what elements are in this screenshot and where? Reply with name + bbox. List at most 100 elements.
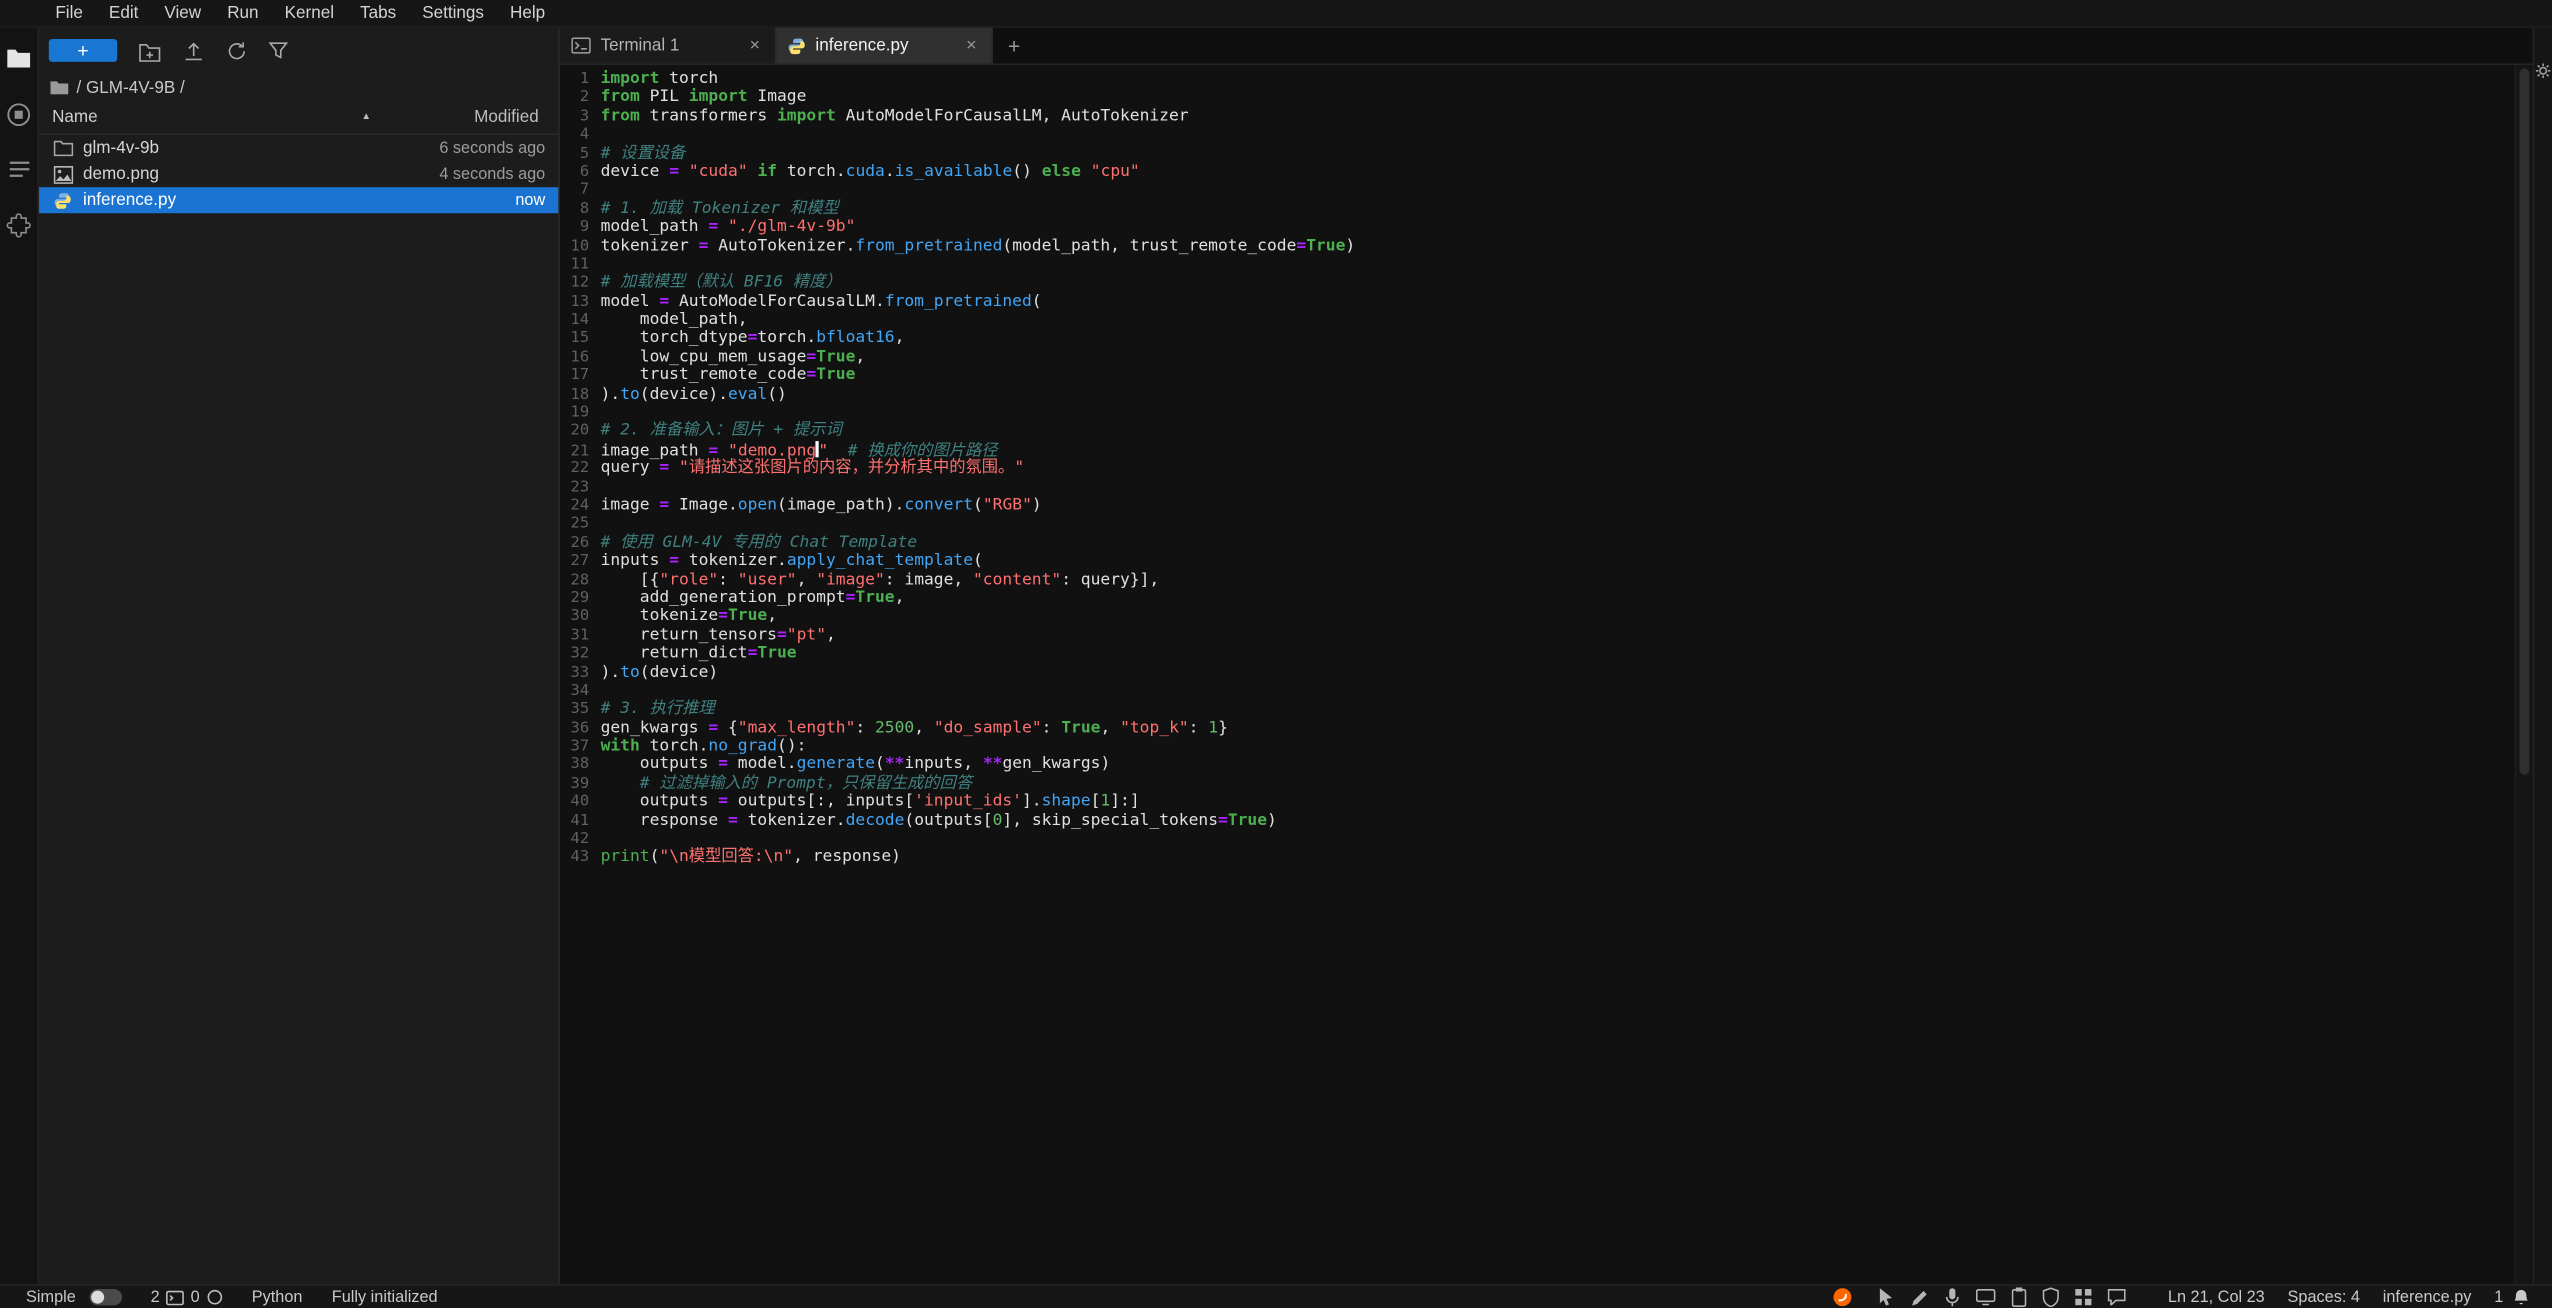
line-number: 2 [563,89,589,108]
code-line[interactable]: 42 [563,830,2510,849]
home-folder-icon[interactable] [50,80,68,95]
column-header-modified[interactable]: Modified [474,107,545,127]
code-line[interactable]: 35# 3. 执行推理 [563,700,2510,719]
tab-terminal-1[interactable]: Terminal 1 × [560,28,776,64]
code-line[interactable]: 21image_path = "demo.png" # 换成你的图片路径 [563,441,2510,460]
code-line[interactable]: 27inputs = tokenizer.apply_chat_template… [563,552,2510,571]
menu-file[interactable]: File [42,3,96,23]
line-number: 9 [563,218,589,237]
code-line[interactable]: 23 [563,478,2510,497]
code-line[interactable]: 31 return_tensors="pt", [563,626,2510,645]
menu-run[interactable]: Run [214,3,271,23]
code-line[interactable]: 9model_path = "./glm-4v-9b" [563,218,2510,237]
screen-icon[interactable] [1976,1289,1996,1305]
code-line[interactable]: 13model = AutoModelForCausalLM.from_pret… [563,292,2510,311]
code-line[interactable]: 2from PIL import Image [563,89,2510,108]
add-tab-icon[interactable]: + [993,28,1035,64]
sort-ascending-icon: ▲ [361,112,371,122]
code-line[interactable]: 20# 2. 准备输入：图片 + 提示词 [563,422,2510,441]
file-browser-icon[interactable] [2,44,35,73]
extension-manager-icon[interactable] [2,210,35,239]
code-line[interactable]: 33).to(device) [563,663,2510,682]
code-line[interactable]: 30 tokenize=True, [563,608,2510,627]
code-line[interactable]: 12# 加载模型（默认 BF16 精度） [563,274,2510,293]
menu-settings[interactable]: Settings [409,3,497,23]
lsp-status: Fully initialized [332,1288,438,1306]
code-line[interactable]: 34 [563,682,2510,701]
code-line[interactable]: 36gen_kwargs = {"max_length": 2500, "do_… [563,719,2510,738]
running-sessions-icon[interactable] [2,99,35,128]
notifications-count[interactable]: 1 [2494,1288,2503,1306]
folder-icon [52,140,73,156]
clipboard-icon[interactable] [2012,1287,2027,1307]
new-launcher-button[interactable]: + [49,39,117,62]
menu-help[interactable]: Help [497,3,558,23]
code-line[interactable]: 32 return_dict=True [563,645,2510,664]
apps-icon[interactable] [2075,1289,2091,1305]
code-line[interactable]: 39 # 过滤掉输入的 Prompt，只保留生成的回答 [563,774,2510,793]
code-line[interactable]: 8# 1. 加载 Tokenizer 和模型 [563,200,2510,219]
code-line[interactable]: 24image = Image.open(image_path).convert… [563,496,2510,515]
line-number: 12 [563,274,589,293]
code-line[interactable]: 22query = "请描述这张图片的内容，并分析其中的氛围。" [563,459,2510,478]
shield-icon[interactable] [2043,1287,2059,1307]
line-number: 27 [563,552,589,571]
cursor-position[interactable]: Ln 21, Col 23 [2168,1288,2265,1306]
scrollbar-thumb[interactable] [2520,68,2530,775]
code-line[interactable]: 25 [563,515,2510,534]
code-line[interactable]: 18).to(device).eval() [563,385,2510,404]
code-line[interactable]: 16 low_cpu_mem_usage=True, [563,348,2510,367]
property-inspector-icon[interactable] [2536,63,2551,78]
column-header-name[interactable]: Name [52,107,98,127]
sunlogin-icon[interactable] [1833,1287,1853,1307]
indent-setting[interactable]: Spaces: 4 [2288,1288,2360,1306]
code-line[interactable]: 29 add_generation_prompt=True, [563,589,2510,608]
chat-icon[interactable] [2108,1289,2126,1305]
code-line[interactable]: 7 [563,181,2510,200]
code-line[interactable]: 15 torch_dtype=torch.bfloat16, [563,330,2510,349]
simple-mode-toggle[interactable] [89,1289,122,1305]
filter-icon[interactable] [269,41,289,61]
toggle-knob [90,1291,103,1304]
menu-view[interactable]: View [151,3,214,23]
close-tab-icon[interactable]: × [963,36,980,56]
editor-scrollbar[interactable] [2515,65,2533,1284]
menu-edit[interactable]: Edit [96,3,151,23]
code-line[interactable]: 37with torch.no_grad(): [563,737,2510,756]
code-line[interactable]: 17 trust_remote_code=True [563,367,2510,386]
code-editor[interactable]: 1import torch2from PIL import Image3from… [560,65,2533,1284]
code-line[interactable]: 14 model_path, [563,311,2510,330]
close-tab-icon[interactable]: × [746,36,763,56]
upload-icon[interactable] [182,40,205,61]
code-line[interactable]: 1import torch [563,70,2510,89]
bell-icon[interactable] [2513,1288,2529,1306]
code-line[interactable]: 4 [563,126,2510,145]
refresh-icon[interactable] [226,40,247,61]
pointer-icon[interactable] [1878,1287,1894,1307]
code-line[interactable]: 41 response = tokenizer.decode(outputs[0… [563,812,2510,831]
code-line[interactable]: 10tokenizer = AutoTokenizer.from_pretrai… [563,237,2510,256]
file-row-inference-py[interactable]: inference.py now [39,187,558,213]
mic-icon[interactable] [1945,1287,1960,1307]
code-line[interactable]: 40 outputs = outputs[:, inputs['input_id… [563,793,2510,812]
new-folder-icon[interactable] [138,40,161,61]
code-line[interactable]: 6device = "cuda" if torch.cuda.is_availa… [563,163,2510,182]
menu-tabs[interactable]: Tabs [347,3,409,23]
code-line[interactable]: 19 [563,404,2510,423]
code-line[interactable]: 43print("\n模型回答:\n", response) [563,849,2510,868]
language-mode[interactable]: Python [252,1288,303,1306]
tab-inference-py[interactable]: inference.py × [776,28,992,64]
code-line[interactable]: 5# 设置设备 [563,144,2510,163]
menu-kernel[interactable]: Kernel [272,3,347,23]
breadcrumb[interactable]: / GLM-4V-9B / [39,73,558,101]
code-line[interactable]: 11 [563,255,2510,274]
session-counts[interactable]: 2 0 [151,1288,223,1306]
pen-icon[interactable] [1911,1288,1929,1306]
code-line[interactable]: 26# 使用 GLM-4V 专用的 Chat Template [563,533,2510,552]
table-of-contents-icon[interactable] [2,155,35,184]
file-row-glm-4v-9b[interactable]: glm-4v-9b 6 seconds ago [39,135,558,161]
file-row-demo-png[interactable]: demo.png 4 seconds ago [39,161,558,187]
code-line[interactable]: 28 [{"role": "user", "image": image, "co… [563,571,2510,590]
code-line[interactable]: 38 outputs = model.generate(**inputs, **… [563,756,2510,775]
code-line[interactable]: 3from transformers import AutoModelForCa… [563,107,2510,126]
